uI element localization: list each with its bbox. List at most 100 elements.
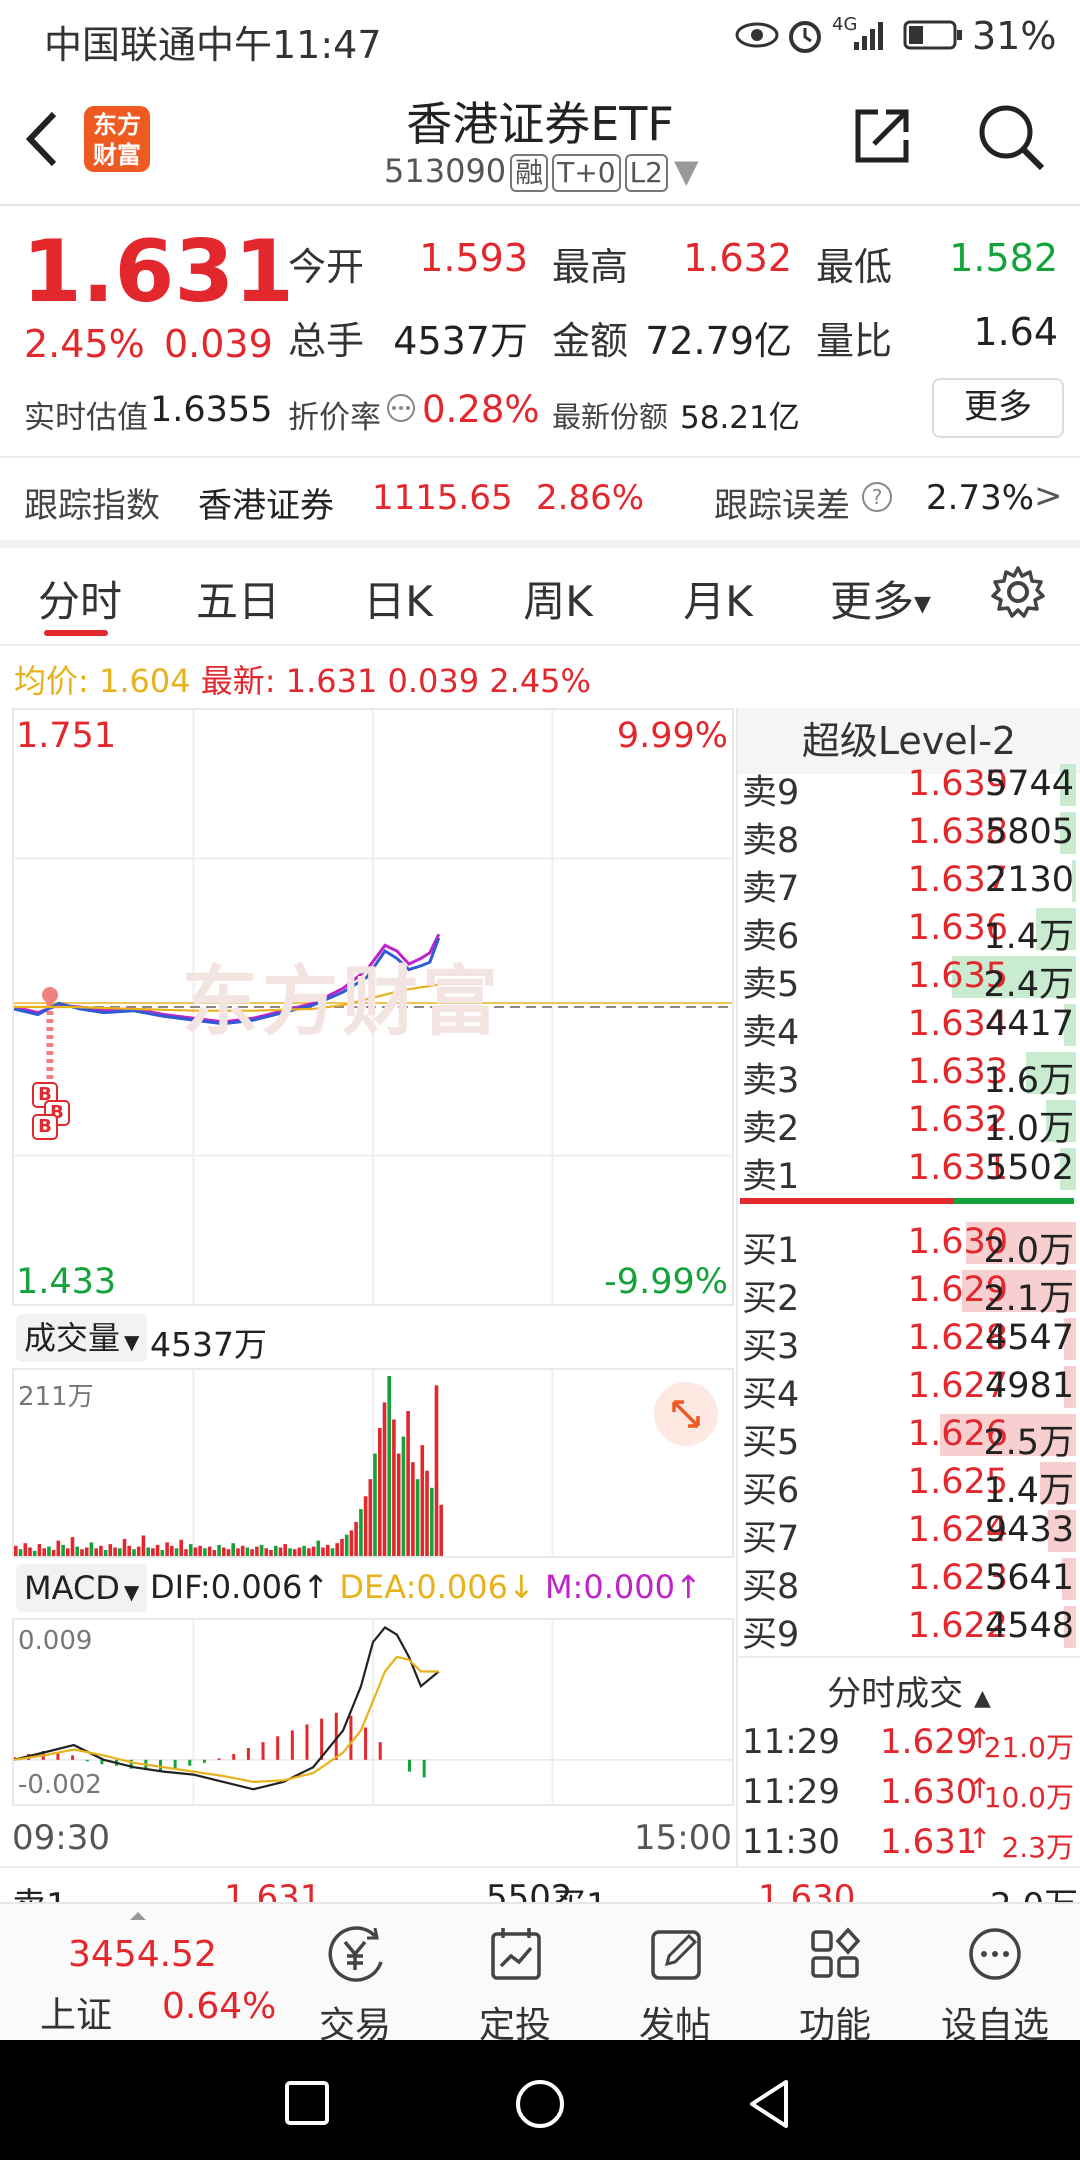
ask-level-row[interactable]: 卖4 1.634 4417	[740, 1000, 1078, 1053]
grid-apps-icon	[811, 1927, 861, 1978]
pct-axis-min: -9.99%	[604, 1262, 728, 1302]
tag-t0: T+0	[552, 154, 621, 192]
change-pct: 2.45%	[24, 322, 145, 366]
volume-bar	[349, 1530, 354, 1556]
volume-bar	[278, 1547, 283, 1556]
macd-dif: DIF:0.006↑	[150, 1568, 330, 1606]
trade-row[interactable]: 11:30 1.631 ↑ 2.3万	[742, 1818, 1076, 1866]
tab-intraday[interactable]: 分时	[22, 568, 138, 629]
volume-bar	[198, 1545, 202, 1556]
bid-level-row[interactable]: 买5 1.626 2.5万	[740, 1410, 1078, 1463]
volume-bar	[330, 1548, 335, 1556]
status-bar: 中国联通 中午11:47 4G 31%	[0, 0, 1080, 74]
share-icon[interactable]	[852, 104, 914, 166]
trade-row[interactable]: 11:29 1.629 ↑ 21.0万	[742, 1718, 1076, 1766]
trades-title[interactable]: 分时成交 ▲	[738, 1666, 1080, 1715]
macd-indicator-select[interactable]: MACD ▼	[16, 1564, 148, 1612]
volume-bar	[165, 1542, 169, 1556]
active-tab-indicator	[44, 630, 108, 636]
volume-bar	[264, 1548, 269, 1556]
info-dots-icon[interactable]	[385, 392, 417, 424]
index-value: 3454.52	[68, 1934, 217, 1975]
back-arrow-icon[interactable]	[22, 108, 62, 170]
ask-level-row[interactable]: 卖3 1.633 1.6万	[740, 1048, 1078, 1101]
ask-level-row[interactable]: 卖5 1.635 2.4万	[740, 952, 1078, 1005]
home-icon[interactable]	[514, 2078, 566, 2130]
high-label: 最高	[552, 245, 629, 289]
index-name: 上证	[40, 1995, 113, 2036]
ask-level-row[interactable]: 卖7 1.637 2130	[740, 856, 1078, 909]
volume-bar	[66, 1548, 70, 1556]
bid-level-row[interactable]: 买3 1.628 4547	[740, 1314, 1078, 1367]
buy-marker[interactable]: B	[32, 1114, 58, 1140]
tab-monthly-k[interactable]: 月K	[660, 568, 776, 629]
security-code-row[interactable]: 513090 融 T+0 L2 ▼	[384, 152, 699, 192]
volume-bar	[89, 1542, 94, 1556]
ask-level-row[interactable]: 卖8 1.638 5805	[740, 808, 1078, 861]
nav-post[interactable]: 发帖	[600, 1924, 750, 2048]
volume-bar	[108, 1544, 113, 1556]
ask-level-row[interactable]: 卖6 1.636 1.4万	[740, 904, 1078, 957]
nav-fixed-investment[interactable]: 定投	[440, 1924, 590, 2048]
quick-quote-strip[interactable]: 卖1 1.631 5502 买1 1.630 2.0万	[0, 1866, 1080, 1904]
bid-level-row[interactable]: 买4 1.627 4981	[740, 1362, 1078, 1415]
eye-icon	[735, 22, 779, 48]
tracking-error-label: 跟踪误差	[714, 486, 850, 526]
tab-five-day[interactable]: 五日	[180, 568, 296, 629]
recent-apps-icon[interactable]	[284, 2080, 330, 2126]
tab-daily-k[interactable]: 日K	[340, 568, 456, 629]
nav-add-watchlist[interactable]: 设自选	[920, 1924, 1070, 2048]
nav-trade[interactable]: 交易	[280, 1924, 430, 2048]
volume-chart[interactable]: 211万	[12, 1368, 734, 1558]
ask-level-row[interactable]: 卖2 1.632 1.0万	[740, 1096, 1078, 1149]
market-index-widget[interactable]: 3454.52 上证 0.64%	[0, 1904, 280, 2042]
header-bar: 东方 财富 香港证券ETF 513090 融 T+0 L2 ▼	[0, 74, 1080, 206]
tab-weekly-k[interactable]: 周K	[500, 568, 616, 629]
volume-bar	[250, 1549, 254, 1556]
ask-level-row[interactable]: 卖9 1.639 5744	[740, 760, 1078, 813]
trade-volume: 21.0万	[983, 1731, 1074, 1764]
macd-chart[interactable]: 0.009 -0.002	[12, 1618, 734, 1806]
bid-level-row[interactable]: 买6 1.625 1.4万	[740, 1458, 1078, 1511]
volume-bar	[217, 1544, 221, 1556]
volume-bar	[141, 1535, 146, 1556]
search-icon[interactable]	[976, 102, 1046, 172]
bid-level-row[interactable]: 买8 1.623 5641	[740, 1554, 1078, 1607]
tracking-index-pct: 2.86%	[536, 478, 645, 518]
trade-row[interactable]: 11:29 1.630 ↑ 10.0万	[742, 1768, 1076, 1816]
volume-indicator-select[interactable]: 成交量 ▼	[16, 1314, 148, 1362]
volume-bar	[373, 1453, 377, 1556]
trade-time: 11:30	[742, 1822, 840, 1862]
volume-label: 总手	[288, 319, 365, 363]
volume-bar	[23, 1543, 28, 1556]
tracking-index-row[interactable]: 跟踪指数 香港证券 1115.65 2.86% 跟踪误差 ? 2.73% >	[0, 458, 1080, 540]
volume-bar	[292, 1549, 297, 1556]
back-icon[interactable]	[746, 2078, 794, 2130]
macd-chart-canvas	[14, 1620, 732, 1804]
volume-bar	[212, 1550, 217, 1556]
more-quote-button[interactable]: 更多	[932, 378, 1064, 438]
battery-level: 31%	[972, 14, 1057, 58]
trade-marker-dot	[42, 987, 58, 1003]
volume-bar	[14, 1545, 18, 1556]
volume-bar	[359, 1509, 363, 1556]
shares-value: 58.21亿	[680, 400, 800, 436]
expand-chart-button[interactable]	[654, 1382, 718, 1446]
trade-price: 1.630	[880, 1772, 978, 1812]
settings-gear-icon[interactable]	[990, 564, 1046, 620]
tab-more[interactable]: 更多▼	[830, 568, 931, 629]
volume-bar	[297, 1547, 302, 1556]
volume-bar	[47, 1546, 51, 1556]
nav-functions[interactable]: 功能	[760, 1924, 910, 2048]
ask-level-row[interactable]: 卖1 1.631 5502	[740, 1144, 1078, 1197]
help-icon[interactable]: ?	[860, 480, 894, 514]
level-volume: 5744	[984, 764, 1074, 804]
bid-level-row[interactable]: 买1 1.630 2.0万	[740, 1218, 1078, 1271]
volume-bar	[382, 1402, 387, 1556]
strip-ask-price: 1.631	[224, 1878, 322, 1904]
trade-time: 11:29	[742, 1722, 840, 1762]
bid-level-row[interactable]: 买9 1.622 4548	[740, 1602, 1078, 1655]
bid-level-row[interactable]: 买7 1.624 9433	[740, 1506, 1078, 1559]
bid-level-row[interactable]: 买2 1.629 2.1万	[740, 1266, 1078, 1319]
intraday-price-chart[interactable]: 东方财富 1.751 9.99% 1.433 -9.99% B B B	[12, 708, 734, 1306]
